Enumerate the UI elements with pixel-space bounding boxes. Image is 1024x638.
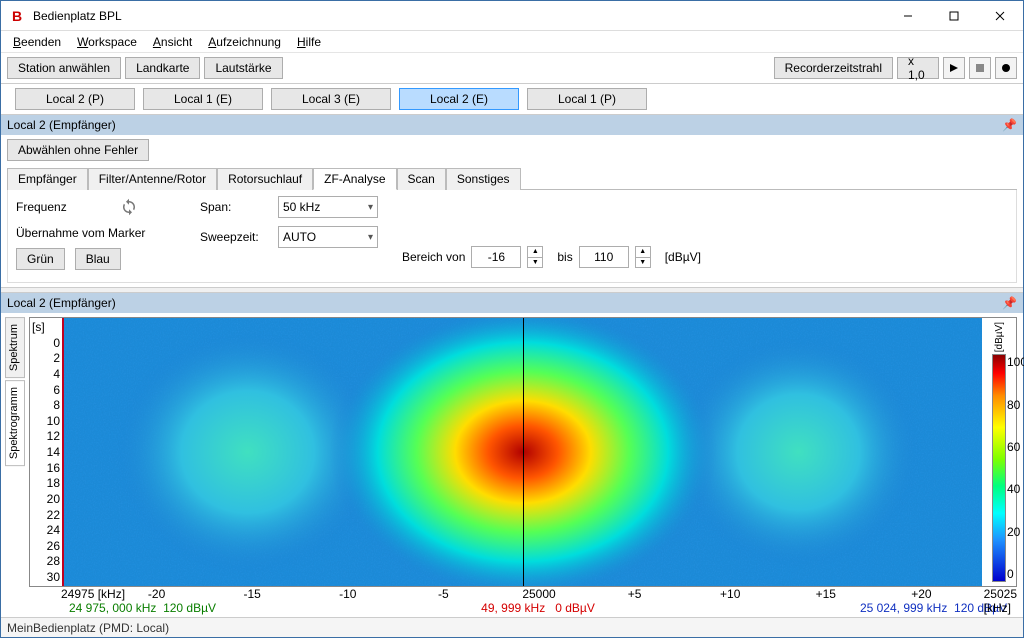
range-to-input[interactable] (579, 246, 629, 268)
statusbar: MeinBedienplatz (PMD: Local) (1, 617, 1023, 637)
deselect-button[interactable]: Abwählen ohne Fehler (7, 139, 149, 161)
sweep-value: AUTO (283, 230, 316, 244)
range-to-label: bis (557, 250, 572, 264)
green-button[interactable]: Grün (16, 248, 65, 270)
range-to-spin[interactable]: ▲▼ (635, 246, 651, 268)
side-tabs: Spektrum Spektrogramm (5, 317, 25, 615)
speed-button[interactable]: x 1,0 (897, 57, 939, 79)
window-title: Bedienplatz BPL (33, 9, 122, 23)
range-from-spin[interactable]: ▲▼ (527, 246, 543, 268)
readout-center: 49, 999 kHz 0 dBµV (481, 601, 595, 615)
location-2[interactable]: Local 3 (E) (271, 88, 391, 110)
spectrogram-panel: Spektrum Spektrogramm [s] 0 2 4 6 8 10 1… (1, 313, 1023, 617)
span-select[interactable]: 50 kHz ▾ (278, 196, 378, 218)
readout-left: 24 975, 000 kHz 120 dBµV (69, 601, 216, 615)
spectrogram-section-header: Local 2 (Empfänger) 📌 (1, 293, 1023, 313)
play-button[interactable] (943, 57, 965, 79)
refresh-icon[interactable] (118, 196, 140, 218)
record-button[interactable] (995, 57, 1017, 79)
colorbar: [dBµV] 100 80 60 40 20 0 (982, 318, 1016, 586)
app-icon: B (7, 8, 27, 24)
select-station-button[interactable]: Station anwählen (7, 57, 121, 79)
tab-sonstiges[interactable]: Sonstiges (446, 168, 521, 190)
location-3[interactable]: Local 2 (E) (399, 88, 519, 110)
menu-ansicht[interactable]: Ansicht (145, 33, 200, 51)
colorbar-label: [dBµV] (994, 322, 1005, 352)
y-axis: [s] 0 2 4 6 8 10 12 14 16 18 20 22 24 (30, 318, 62, 586)
receiver-panel: Abwählen ohne Fehler Empfänger Filter/An… (1, 135, 1023, 287)
pin-icon[interactable]: 📌 (1002, 296, 1017, 310)
y-axis-label: [s] (32, 320, 45, 334)
receiver-section-title: Local 2 (Empfänger) (7, 118, 116, 132)
stop-button[interactable] (969, 57, 991, 79)
marker-label: Übernahme vom Marker (16, 226, 176, 240)
receiver-tabs: Empfänger Filter/Antenne/Rotor Rotorsuch… (7, 167, 1017, 190)
span-value: 50 kHz (283, 200, 320, 214)
blue-button[interactable]: Blau (75, 248, 121, 270)
receiver-section-header: Local 2 (Empfänger) 📌 (1, 115, 1023, 135)
tab-scan[interactable]: Scan (397, 168, 446, 190)
heatmap[interactable] (62, 318, 982, 586)
minimize-button[interactable] (885, 1, 931, 31)
location-4[interactable]: Local 1 (P) (527, 88, 647, 110)
titlebar: B Bedienplatz BPL (1, 1, 1023, 31)
range-unit: [dBµV] (665, 250, 701, 264)
span-label: Span: (200, 200, 272, 214)
pin-icon[interactable]: 📌 (1002, 118, 1017, 132)
toolbar: Station anwählen Landkarte Lautstärke Re… (1, 53, 1023, 84)
sidetab-spektrum[interactable]: Spektrum (5, 317, 25, 378)
close-button[interactable] (977, 1, 1023, 31)
chevron-down-icon: ▾ (368, 232, 373, 243)
sweep-select[interactable]: AUTO ▾ (278, 226, 378, 248)
map-button[interactable]: Landkarte (125, 57, 200, 79)
sidetab-spektrogramm[interactable]: Spektrogramm (5, 380, 25, 466)
tab-rotorsuchlauf[interactable]: Rotorsuchlauf (217, 168, 313, 190)
maximize-button[interactable] (931, 1, 977, 31)
x-axis: 24975 [kHz] -20 -15 -10 -5 25000 +5 +10 … (61, 587, 1017, 601)
chevron-down-icon: ▾ (368, 202, 373, 213)
sweep-label: Sweepzeit: (200, 230, 272, 244)
spectrogram-section-title: Local 2 (Empfänger) (7, 296, 116, 310)
tab-empfaenger[interactable]: Empfänger (7, 168, 88, 190)
center-marker[interactable] (523, 318, 524, 586)
menubar: Beenden Workspace Ansicht Aufzeichnung H… (1, 31, 1023, 53)
readouts: 24 975, 000 kHz 120 dBµV 49, 999 kHz 0 d… (29, 601, 1017, 615)
zf-form: Frequenz Übernahme vom Marker Grün Blau … (7, 190, 1017, 283)
tab-filter[interactable]: Filter/Antenne/Rotor (88, 168, 217, 190)
location-1[interactable]: Local 1 (E) (143, 88, 263, 110)
recorder-timeline-button[interactable]: Recorderzeitstrahl (774, 57, 893, 79)
tab-zf-analyse[interactable]: ZF-Analyse (313, 168, 396, 190)
location-0[interactable]: Local 2 (P) (15, 88, 135, 110)
menu-beenden[interactable]: Beenden (5, 33, 69, 51)
location-row: Local 2 (P) Local 1 (E) Local 3 (E) Loca… (1, 84, 1023, 115)
freq-label: Frequenz (16, 200, 88, 214)
range-from-input[interactable] (471, 246, 521, 268)
spectrogram-plot[interactable]: [s] 0 2 4 6 8 10 12 14 16 18 20 22 24 (29, 317, 1017, 587)
menu-aufzeichnung[interactable]: Aufzeichnung (200, 33, 289, 51)
menu-workspace[interactable]: Workspace (69, 33, 145, 51)
menu-hilfe[interactable]: Hilfe (289, 33, 329, 51)
volume-button[interactable]: Lautstärke (204, 57, 282, 79)
range-from-label: Bereich von (402, 250, 465, 264)
status-text: MeinBedienplatz (PMD: Local) (7, 621, 169, 635)
